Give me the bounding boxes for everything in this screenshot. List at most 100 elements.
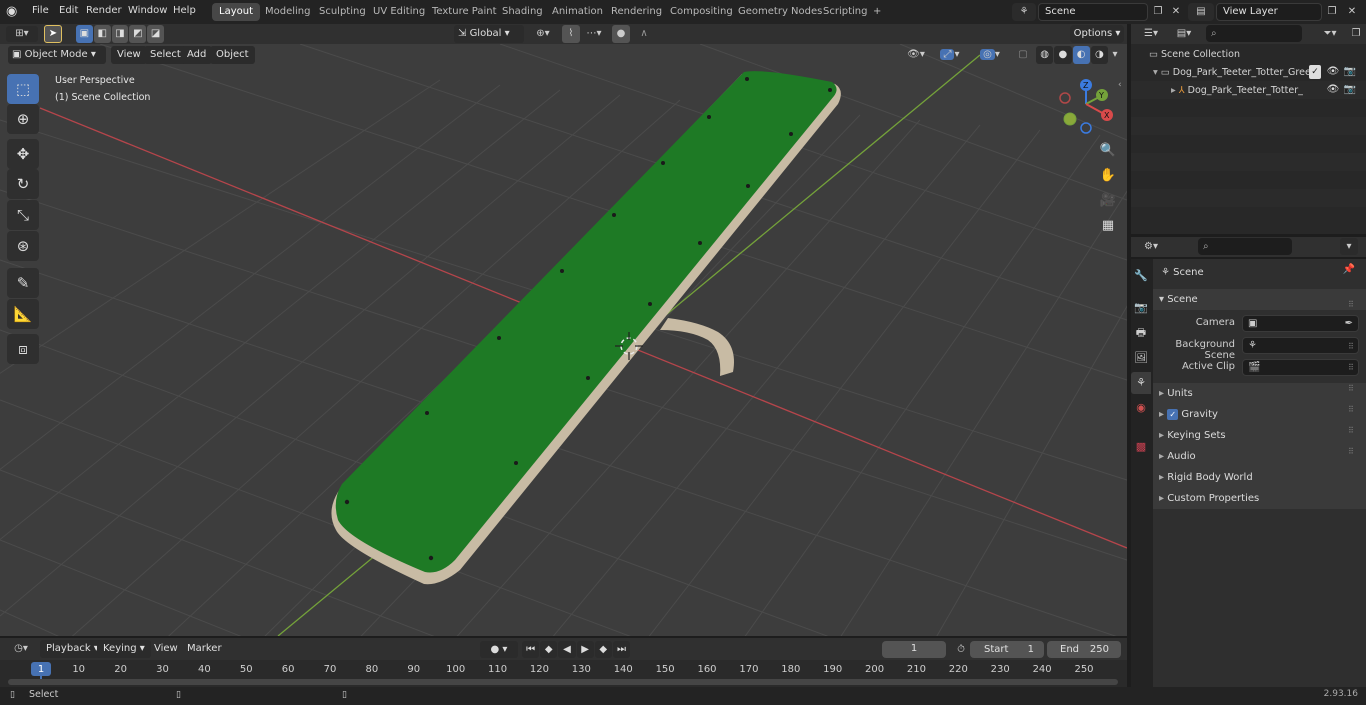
- prev-keyframe-icon[interactable]: ◆: [540, 641, 558, 658]
- rigid-body-world-panel-header[interactable]: ▸ Rigid Body World: [1153, 467, 1366, 488]
- render-tab-icon[interactable]: 📷: [1131, 297, 1151, 319]
- falloff-icon[interactable]: ∧: [632, 25, 656, 43]
- tab-rendering[interactable]: Rendering: [604, 3, 669, 21]
- pivot-point-icon[interactable]: ⊕▾: [530, 25, 556, 43]
- view-layer-tab-icon[interactable]: 🖼: [1131, 347, 1151, 369]
- menu-keying[interactable]: Keying ▾: [97, 640, 151, 658]
- select-new-icon[interactable]: ▣: [76, 25, 93, 43]
- camera-render-icon[interactable]: 📷: [1343, 82, 1357, 98]
- tab-shading[interactable]: Shading: [495, 3, 550, 21]
- blender-logo-icon[interactable]: ◉: [6, 4, 22, 20]
- menu-view[interactable]: View: [111, 46, 147, 64]
- play-icon[interactable]: ▶: [576, 641, 594, 658]
- wireframe-shading-icon[interactable]: ◍: [1036, 46, 1054, 64]
- view-layer-field[interactable]: View Layer: [1216, 3, 1322, 21]
- gravity-checkbox[interactable]: ✓: [1167, 408, 1179, 420]
- options-dropdown[interactable]: Options ▾: [1070, 25, 1124, 43]
- display-mode-icon[interactable]: ▤▾: [1170, 26, 1198, 42]
- ortho-toggle-icon[interactable]: ▦: [1096, 215, 1120, 237]
- solid-shading-icon[interactable]: ●: [1054, 46, 1072, 64]
- transform-orientation-dropdown[interactable]: ⇲ Global ▾: [454, 25, 524, 43]
- select-tool-icon[interactable]: ➤: [44, 25, 62, 43]
- tab-animation[interactable]: Animation: [545, 3, 610, 21]
- jump-start-icon[interactable]: ⏮: [522, 641, 540, 658]
- camera-field[interactable]: ▣ ✒: [1242, 315, 1359, 332]
- filter-icon[interactable]: ⏷▾: [1316, 26, 1344, 42]
- camera-view-icon[interactable]: 🎥: [1096, 190, 1120, 212]
- add-cube-tool-icon[interactable]: ⧈: [7, 334, 39, 364]
- audio-panel-header[interactable]: ▸ Audio: [1153, 446, 1366, 467]
- scene-tab-icon[interactable]: ⚘: [1131, 372, 1151, 394]
- gizmo-neg-y-icon[interactable]: [1063, 112, 1077, 126]
- next-keyframe-icon[interactable]: ◆: [594, 641, 612, 658]
- tab-compositing[interactable]: Compositing: [663, 3, 740, 21]
- object-mode-dropdown[interactable]: ▣ Object Mode ▾: [8, 46, 106, 64]
- select-invert-icon[interactable]: ◩: [129, 25, 147, 43]
- menu-render[interactable]: Render: [80, 0, 128, 24]
- keying-sets-panel-header[interactable]: ▸ Keying Sets: [1153, 425, 1366, 446]
- scene-name-field[interactable]: Scene: [1038, 3, 1148, 21]
- tab-uv-editing[interactable]: UV Editing: [366, 3, 432, 21]
- current-frame-field[interactable]: 1: [882, 641, 946, 658]
- menu-help[interactable]: Help: [167, 0, 202, 24]
- scale-tool-icon[interactable]: ⤡: [7, 200, 39, 230]
- start-frame-field[interactable]: Start 1: [970, 641, 1044, 658]
- active-clip-field[interactable]: 🎬: [1242, 359, 1359, 376]
- timeline-editor-type-icon[interactable]: ◷▾: [6, 641, 36, 657]
- world-tab-icon[interactable]: ◉: [1131, 397, 1151, 419]
- menu-playback[interactable]: Playback ▾: [40, 640, 105, 658]
- zoom-view-icon[interactable]: 🔍: [1096, 140, 1120, 162]
- menu-add[interactable]: Add: [181, 46, 213, 64]
- menu-window[interactable]: Window: [122, 0, 173, 24]
- snap-element-icon[interactable]: ⋯▾: [582, 25, 606, 43]
- editor-type-icon[interactable]: ⊞▾: [6, 26, 38, 42]
- transform-tool-icon[interactable]: ⊛: [7, 231, 39, 261]
- tool-tab-icon[interactable]: 🔧: [1131, 265, 1151, 287]
- outliner-search-input[interactable]: ⌕: [1206, 25, 1302, 42]
- 3d-viewport[interactable]: [0, 44, 1127, 636]
- navigation-gizmo[interactable]: Z Y X: [1056, 76, 1120, 138]
- scene-new-icon[interactable]: ❐: [1150, 3, 1166, 21]
- add-workspace-button[interactable]: +: [866, 3, 888, 21]
- tab-texture-paint[interactable]: Texture Paint: [425, 3, 504, 21]
- eye-icon[interactable]: 👁: [1326, 64, 1340, 80]
- eye-icon[interactable]: 👁: [1326, 82, 1340, 98]
- texture-tab-icon[interactable]: ▩: [1131, 436, 1151, 458]
- select-intersect-icon[interactable]: ◪: [147, 25, 164, 43]
- custom-properties-panel-header[interactable]: ▸ Custom Properties: [1153, 488, 1366, 509]
- play-reverse-icon[interactable]: ◀: [558, 641, 576, 658]
- xray-toggle-icon[interactable]: ▢: [1014, 46, 1032, 64]
- stopwatch-icon[interactable]: ⏱: [952, 641, 970, 658]
- panel-drag-handles[interactable]: ⠿ ⠿ ⠿ ⠿ ⠿ ⠿ ⠿: [1348, 294, 1360, 504]
- tab-geometry-nodes[interactable]: Geometry Nodes: [731, 3, 829, 21]
- visibility-icon[interactable]: 👁▾: [902, 46, 930, 64]
- timeline-scrollbar[interactable]: [8, 679, 1118, 685]
- scene-panel-header[interactable]: ▾ Scene: [1153, 289, 1366, 310]
- menu-timeline-view[interactable]: View: [148, 640, 184, 658]
- scene-browse-icon[interactable]: ⚘: [1012, 3, 1036, 21]
- sidebar-toggle-icon[interactable]: ‹: [1118, 80, 1126, 92]
- new-collection-icon[interactable]: ❐: [1348, 26, 1364, 42]
- end-frame-field[interactable]: End 250: [1047, 641, 1121, 658]
- rotate-tool-icon[interactable]: ↻: [7, 169, 39, 199]
- jump-end-icon[interactable]: ⏭: [612, 641, 631, 658]
- rendered-shading-icon[interactable]: ◑: [1090, 46, 1108, 64]
- menu-file[interactable]: File: [26, 0, 55, 24]
- output-tab-icon[interactable]: 🖶: [1131, 322, 1151, 344]
- pin-icon[interactable]: 📌: [1342, 264, 1356, 280]
- pan-view-icon[interactable]: ✋: [1096, 165, 1120, 187]
- properties-search-input[interactable]: ⌕: [1198, 238, 1292, 255]
- shading-options-icon[interactable]: ▾: [1108, 46, 1122, 64]
- background-scene-field[interactable]: ⚘: [1242, 337, 1359, 354]
- annotate-tool-icon[interactable]: ✎: [7, 268, 39, 298]
- units-panel-header[interactable]: ▸ Units: [1153, 383, 1366, 404]
- gizmo-neg-z-icon[interactable]: [1080, 122, 1092, 134]
- select-subtract-icon[interactable]: ◨: [111, 25, 129, 43]
- overlay-toggle-icon[interactable]: ◎ ▾: [972, 46, 1008, 64]
- tab-modeling[interactable]: Modeling: [258, 3, 318, 21]
- gizmo-toggle-icon[interactable]: ⤢ ▾: [932, 46, 968, 64]
- exclude-checkbox[interactable]: ✓: [1309, 65, 1321, 79]
- select-extend-icon[interactable]: ◧: [93, 25, 111, 43]
- view-layer-browse-icon[interactable]: ▤: [1188, 3, 1214, 21]
- cursor-tool-icon[interactable]: ⊕: [7, 104, 39, 134]
